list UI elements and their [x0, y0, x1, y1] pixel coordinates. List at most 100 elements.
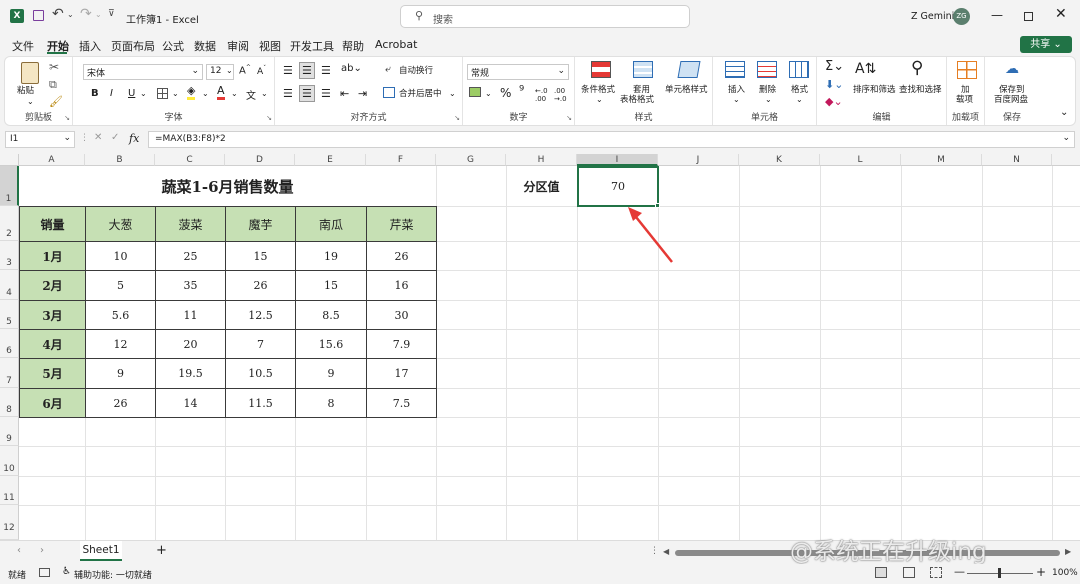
row-header-10[interactable]: 10 [0, 446, 19, 476]
row-header-4[interactable]: 4 [0, 270, 19, 300]
formula-input[interactable]: =MAX(B3:F8)*2 ⌄ [148, 131, 1075, 148]
data-cell[interactable]: 10.5 [225, 358, 296, 389]
data-cell[interactable]: 7.5 [366, 388, 437, 418]
alignment-launcher-icon[interactable]: ↘ [454, 114, 460, 122]
zoom-level[interactable]: 100% [1052, 568, 1078, 578]
comma-style-icon[interactable]: ⁹ [519, 84, 524, 99]
table-header-cell[interactable]: 魔芋 [225, 206, 296, 242]
data-cell[interactable]: 9 [295, 358, 367, 389]
align-top-icon[interactable]: ☰ [283, 64, 293, 77]
partition-label[interactable]: 分区值 [506, 166, 577, 206]
avatar[interactable]: ZG [953, 8, 970, 25]
addins-label-2[interactable]: 载项 [956, 95, 973, 105]
data-cell[interactable]: 19.5 [155, 358, 226, 389]
worksheet-grid[interactable]: A B C D E F G H I J K L M N 1 2 3 4 5 6 … [0, 154, 1080, 540]
data-cell[interactable]: 20 [155, 329, 226, 359]
month-cell[interactable]: 2月 [19, 270, 86, 301]
fill-color-icon[interactable]: ◈ [187, 85, 196, 100]
search-box[interactable]: ⚲ 搜索 [400, 5, 690, 28]
data-cell[interactable]: 5.6 [85, 300, 156, 330]
zoom-slider-thumb[interactable] [998, 568, 1001, 578]
user-name[interactable]: Z Gemini [911, 11, 954, 22]
format-as-table-label-1[interactable]: 套用 [633, 85, 650, 95]
name-box[interactable]: I1 ⌄ [5, 131, 75, 148]
confirm-formula-icon[interactable]: ✓ [111, 132, 119, 143]
increase-indent-icon[interactable]: ⇥ [358, 87, 367, 100]
wrap-text-label[interactable]: 自动换行 [399, 66, 433, 76]
decrease-font-icon[interactable]: Aˇ [257, 65, 266, 77]
sort-filter-label[interactable]: 排序和筛选 [853, 85, 896, 95]
format-painter-icon[interactable]: 🖌 [49, 95, 63, 108]
percent-icon[interactable]: % [500, 86, 511, 100]
data-cell[interactable]: 5 [85, 270, 156, 301]
conditional-format-icon[interactable] [591, 61, 611, 78]
save-icon[interactable] [33, 10, 44, 21]
cell-styles-label[interactable]: 单元格样式 [665, 85, 708, 95]
borders-icon[interactable] [157, 88, 168, 99]
italic-button[interactable]: I [110, 88, 113, 99]
row-header-12[interactable]: 12 [0, 505, 19, 540]
paste-label[interactable]: 粘贴 [17, 86, 34, 96]
column-header-e[interactable]: E [295, 154, 366, 166]
delete-cells-icon[interactable] [757, 61, 777, 78]
menu-help[interactable]: 帮助 [342, 38, 364, 54]
sort-filter-icon[interactable]: A⇅ [855, 61, 876, 77]
column-header-b[interactable]: B [85, 154, 155, 166]
data-cell[interactable]: 25 [155, 241, 226, 271]
minimize-icon[interactable]: — [991, 8, 1003, 22]
menu-file[interactable]: 文件 [12, 38, 34, 54]
add-sheet-button[interactable]: + [156, 543, 167, 558]
scroll-right-icon[interactable]: ▶ [1065, 547, 1071, 556]
menu-developer[interactable]: 开发工具 [290, 38, 334, 54]
data-cell[interactable]: 19 [295, 241, 367, 271]
data-cell[interactable]: 11.5 [225, 388, 296, 418]
row-header-11[interactable]: 11 [0, 476, 19, 505]
data-cell[interactable]: 7 [225, 329, 296, 359]
cancel-formula-icon[interactable]: ✕ [94, 132, 102, 143]
align-left-icon[interactable]: ☰ [283, 87, 293, 100]
increase-decimal-icon[interactable]: ←.0.00 [535, 87, 548, 103]
month-cell[interactable]: 3月 [19, 300, 86, 330]
bold-button[interactable]: B [91, 88, 99, 99]
data-cell[interactable]: 14 [155, 388, 226, 418]
data-cell[interactable]: 11 [155, 300, 226, 330]
next-sheet-icon[interactable]: › [40, 545, 44, 556]
row-header-5[interactable]: 5 [0, 300, 19, 329]
data-cell[interactable]: 26 [366, 241, 437, 271]
selected-cell-i1[interactable]: 70 [577, 166, 659, 207]
zoom-in-icon[interactable]: + [1036, 565, 1046, 579]
fill-color-dropdown-icon[interactable]: ⌄ [202, 89, 209, 98]
data-cell[interactable]: 15.6 [295, 329, 367, 359]
merge-center-icon[interactable] [383, 87, 395, 98]
data-cell[interactable]: 12 [85, 329, 156, 359]
merge-dropdown-icon[interactable]: ⌄ [449, 89, 456, 98]
orientation-icon[interactable]: ab⌄ [341, 63, 362, 74]
data-cell[interactable]: 30 [366, 300, 437, 330]
data-cell[interactable]: 15 [295, 270, 367, 301]
column-header-h[interactable]: H [506, 154, 577, 166]
column-header-m[interactable]: M [901, 154, 982, 166]
decrease-indent-icon[interactable]: ⇤ [340, 87, 349, 100]
align-right-icon[interactable]: ☰ [321, 87, 331, 100]
autosum-icon[interactable]: Σ⌄ [825, 59, 844, 74]
align-center-icon[interactable]: ☰ [299, 85, 315, 102]
find-select-icon[interactable]: ⚲ [911, 58, 923, 78]
cut-icon[interactable]: ✂ [49, 60, 59, 74]
data-cell[interactable]: 16 [366, 270, 437, 301]
zoom-out-icon[interactable]: — [954, 565, 965, 578]
share-button[interactable]: 共享 ⌄ [1020, 36, 1072, 53]
menu-insert[interactable]: 插入 [79, 38, 101, 54]
phonetic-dropdown-icon[interactable]: ⌄ [261, 89, 268, 98]
column-header-n[interactable]: N [982, 154, 1052, 166]
redo-dropdown-icon[interactable]: ⌄ [95, 10, 102, 19]
clipboard-launcher-icon[interactable]: ↘ [64, 114, 70, 122]
accounting-format-icon[interactable] [469, 87, 481, 97]
increase-font-icon[interactable]: A^ [239, 64, 251, 76]
baidu-netdisk-icon[interactable]: ☁ [1005, 61, 1019, 77]
format-cells-label[interactable]: 格式 [791, 85, 808, 95]
redo-icon[interactable]: ↷ [80, 6, 92, 22]
menu-review[interactable]: 审阅 [227, 38, 249, 54]
decrease-decimal-icon[interactable]: .00 →.0 [554, 87, 567, 103]
menu-formulas[interactable]: 公式 [162, 38, 184, 54]
align-middle-icon[interactable]: ☰ [299, 62, 315, 79]
